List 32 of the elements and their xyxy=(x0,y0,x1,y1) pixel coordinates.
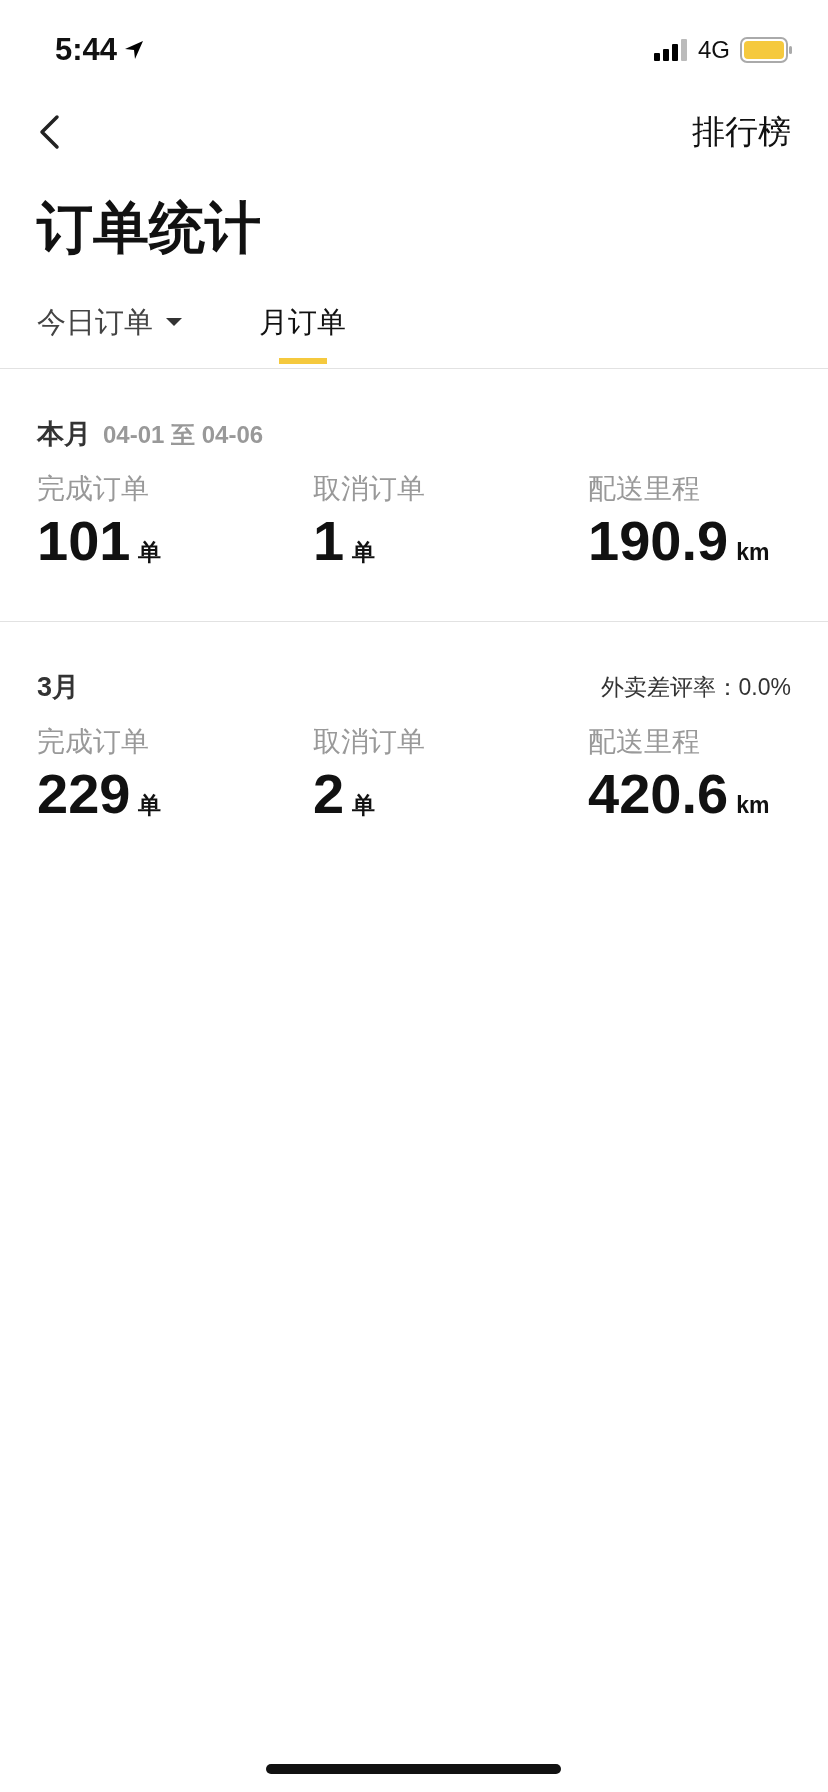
stat-label: 取消订单 xyxy=(313,472,425,506)
bad-review-rate: 外卖差评率：0.0% xyxy=(600,672,791,702)
stat-unit: km xyxy=(736,539,770,566)
stat-unit: km xyxy=(736,792,770,819)
stat-label: 取消订单 xyxy=(313,725,425,759)
stat-value: 229 xyxy=(37,764,131,824)
leaderboard-link[interactable]: 排行榜 xyxy=(692,109,791,155)
stat-unit: 单 xyxy=(352,791,376,820)
stat-label: 配送里程 xyxy=(588,472,700,506)
month-title: 3月 xyxy=(37,671,80,704)
signal-icon xyxy=(654,39,688,61)
tab[interactable]: 月订单 xyxy=(259,302,346,364)
tab[interactable]: 今日订单 xyxy=(37,302,183,364)
stat-value: 2 xyxy=(313,764,345,824)
month-title: 本月 xyxy=(37,418,91,451)
location-arrow-icon xyxy=(123,39,146,61)
stat-value: 420.6 xyxy=(588,764,729,824)
battery-icon xyxy=(740,37,794,63)
stat-unit: 单 xyxy=(352,538,376,567)
page-title: 订单统计 xyxy=(37,195,262,261)
date-range: 04-01 至 04-06 xyxy=(103,420,264,450)
stat-value: 101 xyxy=(37,511,131,571)
back-icon[interactable] xyxy=(37,114,61,150)
stat-unit: 单 xyxy=(138,791,162,820)
stat-value: 1 xyxy=(313,511,345,571)
stat-label: 完成订单 xyxy=(37,472,149,506)
stat-unit: 单 xyxy=(138,538,162,567)
status-time: 5:44 xyxy=(55,32,118,68)
network-label: 4G xyxy=(698,36,730,64)
stat-label: 配送里程 xyxy=(588,725,700,759)
stat-label: 完成订单 xyxy=(37,725,149,759)
stat-value: 190.9 xyxy=(588,511,729,571)
